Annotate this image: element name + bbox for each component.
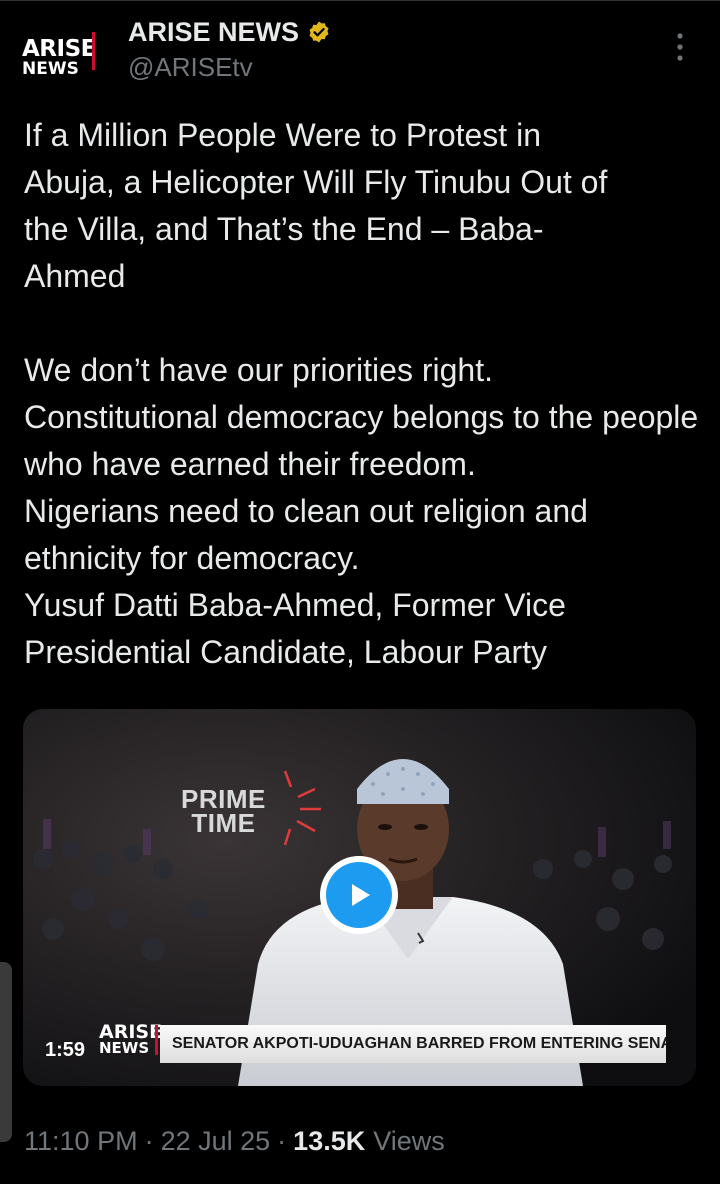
avatar-logo-line1: ARISE <box>22 36 96 62</box>
tweet-headline: If a Million People Were to Protest in A… <box>24 117 608 294</box>
channel-logo: ARISE NEWS <box>97 1023 162 1059</box>
verified-badge-icon[interactable] <box>307 20 331 44</box>
news-ticker: SENATOR AKPOTI-UDUAGHAN BARRED FROM ENTE… <box>160 1025 666 1063</box>
show-logo: PRIME TIME <box>181 786 266 838</box>
avatar-logo-line2: NEWS <box>22 59 79 79</box>
more-options-icon[interactable] <box>670 30 690 64</box>
tweet-body-line: We don’t have our priorities right. <box>24 352 493 388</box>
views-count[interactable]: 13.5K <box>293 1126 365 1157</box>
display-name[interactable]: ARISE NEWS <box>128 17 299 48</box>
channel-logo-bar <box>155 1025 158 1055</box>
video-duration: 1:59 <box>45 1039 86 1061</box>
author-handle[interactable]: @ARISEtv <box>128 52 253 83</box>
channel-logo-line2: NEWS <box>99 1039 150 1057</box>
meta-separator: · <box>277 1126 287 1156</box>
tweet-body-line: Nigerians need to clean out religion and… <box>24 493 588 576</box>
video-player[interactable]: PRIME TIME ARISE NEWS SENATOR AKPOTI-UDU… <box>23 709 696 1086</box>
tweet-body-line: Yusuf Datti Baba-Ahmed, Former Vice Pres… <box>24 587 566 670</box>
play-icon <box>352 884 370 906</box>
show-logo-line2: TIME <box>191 808 256 838</box>
lower-third: ARISE NEWS SENATOR AKPOTI-UDUAGHAN BARRE… <box>23 1013 696 1063</box>
meta-separator: · <box>144 1126 154 1156</box>
avatar[interactable]: ARISE NEWS <box>22 28 102 88</box>
edge-panel-handle[interactable] <box>0 962 12 1142</box>
tweet-text: If a Million People Were to Protest in A… <box>24 112 704 676</box>
tweet-date[interactable]: 22 Jul 25 <box>161 1126 271 1157</box>
play-button[interactable] <box>320 856 398 934</box>
avatar-logo-bar <box>92 32 95 70</box>
top-divider <box>0 0 720 1</box>
play-button-circle <box>326 862 392 928</box>
author-name-row[interactable]: ARISE NEWS <box>128 14 331 50</box>
tweet-meta: 11:10 PM · 22 Jul 25 · 13.5K Views <box>24 1126 445 1157</box>
views-label[interactable]: Views <box>373 1126 445 1157</box>
tweet-time[interactable]: 11:10 PM <box>24 1126 138 1157</box>
tweet-body-line: Constitutional democracy belongs to the … <box>24 399 699 482</box>
